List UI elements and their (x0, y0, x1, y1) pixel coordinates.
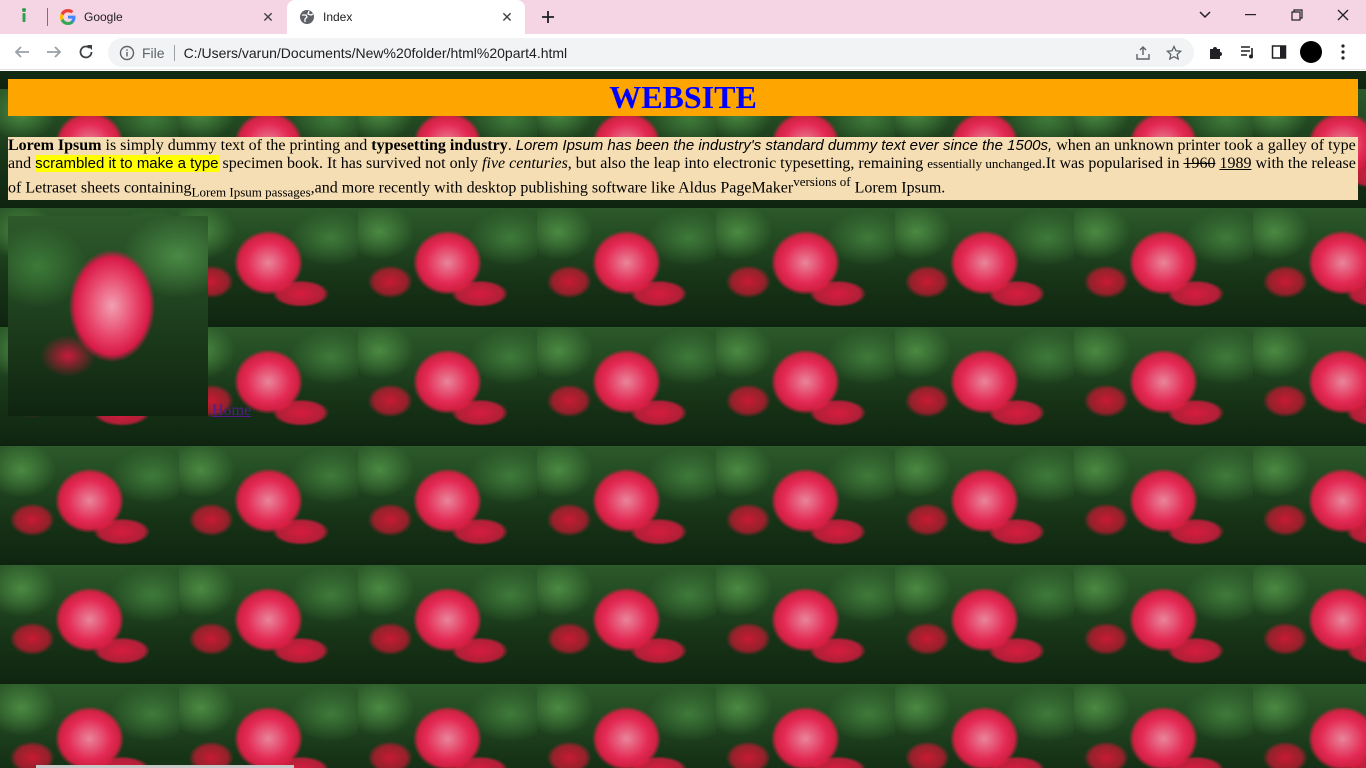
site-info-icon[interactable] (119, 45, 135, 61)
home-link[interactable]: Home (212, 402, 251, 420)
address-bar[interactable]: File C:/Users/varun/Documents/New%20fold… (108, 38, 1194, 67)
url-text[interactable]: C:/Users/varun/Documents/New%20folder/ht… (184, 45, 1132, 61)
intro-text: . (507, 137, 516, 154)
intro-italic-text: five centuries (482, 155, 568, 172)
intro-text: .It was popularised in (1041, 155, 1184, 172)
intro-text: Lorem Ipsum. (850, 179, 946, 197)
back-button[interactable] (8, 38, 36, 66)
side-panel-icon[interactable] (1268, 41, 1290, 63)
intro-highlighted-text: scrambled it to make a type (35, 155, 219, 172)
tab-title: Google (84, 10, 123, 24)
tab-search-button[interactable] (1182, 0, 1228, 30)
minimize-button[interactable] (1228, 0, 1274, 30)
intro-superscript-text: versions of (793, 174, 851, 189)
media-control-icon[interactable] (1237, 41, 1259, 63)
pinned-tab[interactable] (14, 7, 34, 27)
tab-index[interactable]: Index ✕ (287, 0, 525, 34)
close-tab-icon[interactable]: ✕ (497, 7, 517, 27)
intro-bold-text: typesetting industry (371, 137, 508, 154)
omnibox-divider (173, 44, 175, 61)
url-scheme: File (142, 44, 165, 61)
menu-kebab-icon[interactable] (1332, 41, 1354, 63)
intro-strikethrough-text: 1960 (1183, 155, 1216, 172)
intro-text: is simply dummy text of the printing and (101, 137, 372, 154)
page-body: WEBSITE Lorem Ipsum is simply dummy text… (0, 71, 1366, 768)
globe-icon (299, 9, 315, 25)
extensions-puzzle-icon[interactable] (1205, 41, 1227, 63)
intro-underlined-text: 1989 (1219, 155, 1252, 172)
pinned-app-icon (19, 7, 29, 28)
tab-title: Index (323, 10, 353, 24)
tab-strip: Google ✕ Index ✕ (0, 0, 1366, 34)
intro-text: , but also the leap into electronic type… (567, 155, 928, 172)
intro-small-text: essentially unchanged (927, 156, 1042, 171)
intro-italic-text: Lorem Ipsum has been the industry's stan… (515, 137, 1053, 154)
forward-button[interactable] (40, 38, 68, 66)
close-tab-icon[interactable]: ✕ (258, 7, 278, 27)
intro-text: specimen book. It has survived not only (218, 155, 483, 172)
share-icon[interactable] (1132, 42, 1154, 64)
intro-text: ,and more recently with desktop publishi… (310, 179, 794, 197)
toolbar: File C:/Users/varun/Documents/New%20fold… (0, 34, 1366, 70)
reload-button[interactable] (72, 38, 100, 66)
bookmark-star-icon[interactable] (1163, 42, 1185, 64)
close-window-button[interactable] (1320, 0, 1366, 30)
new-tab-button[interactable] (537, 6, 559, 28)
page-title: WEBSITE (8, 79, 1358, 116)
tab-google[interactable]: Google ✕ (48, 0, 286, 34)
intro-bold-text: Lorem Ipsum (8, 137, 102, 154)
intro-subscript-text: Lorem Ipsum passages (191, 184, 311, 200)
google-g-icon (60, 9, 76, 25)
restore-button[interactable] (1274, 0, 1320, 30)
rose-image (8, 216, 208, 416)
profile-avatar[interactable] (1300, 41, 1322, 63)
intro-paragraph: Lorem Ipsum is simply dummy text of the … (8, 137, 1358, 200)
